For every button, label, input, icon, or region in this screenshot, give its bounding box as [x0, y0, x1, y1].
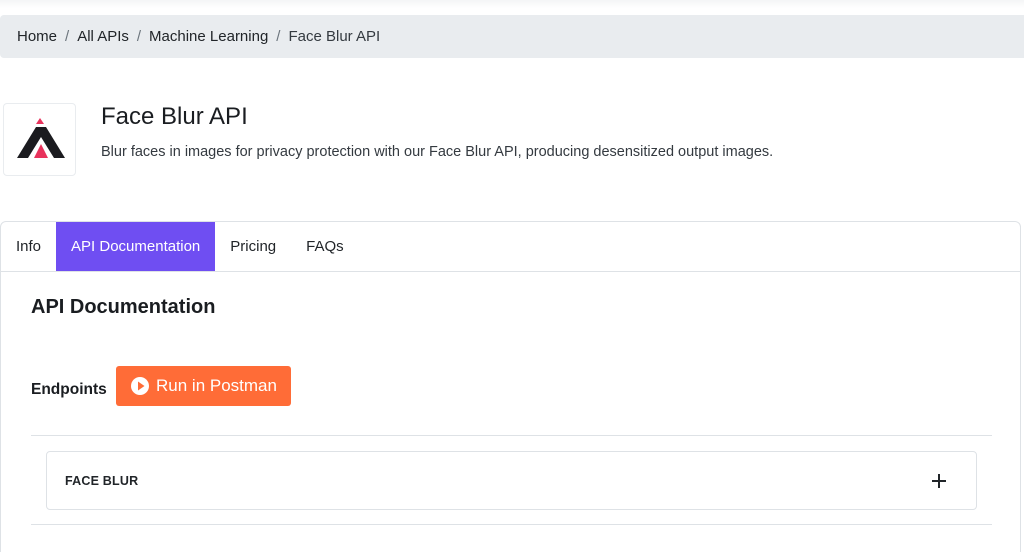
api-title: Face Blur API — [101, 103, 248, 130]
section-title: API Documentation — [31, 296, 216, 318]
breadcrumb-separator: / — [136, 28, 142, 45]
breadcrumb-all-apis[interactable]: All APIs — [77, 28, 129, 45]
tab-api-documentation[interactable]: API Documentation — [56, 222, 216, 271]
endpoint-group-face-blur[interactable]: FACE BLUR — [46, 451, 977, 510]
api-detail-card: Info API Documentation Pricing FAQs API … — [0, 221, 1021, 552]
api-description: Blur faces in images for privacy protect… — [101, 144, 774, 160]
page: Home / All APIs / Machine Learning / Fac… — [0, 0, 1024, 552]
api-logo — [3, 103, 76, 176]
breadcrumb-separator: / — [65, 28, 70, 45]
run-in-postman-button[interactable]: Run in Postman — [116, 366, 291, 406]
breadcrumb-current: Face Blur API — [288, 28, 381, 45]
top-strip — [0, 0, 1024, 8]
tab-bar: Info API Documentation Pricing FAQs — [1, 222, 1020, 272]
breadcrumb-home[interactable]: Home — [17, 28, 57, 45]
divider — [31, 435, 992, 436]
brand-logo-icon — [16, 117, 65, 158]
divider — [31, 524, 992, 525]
tab-pricing[interactable]: Pricing — [215, 222, 291, 271]
breadcrumb: Home / All APIs / Machine Learning / Fac… — [0, 15, 1024, 58]
tab-info[interactable]: Info — [1, 222, 56, 271]
breadcrumb-machine-learning[interactable]: Machine Learning — [149, 28, 268, 45]
play-circle-icon — [131, 377, 150, 395]
endpoints-label: Endpoints — [31, 381, 107, 398]
breadcrumb-separator: / — [276, 28, 281, 45]
run-in-postman-label: Run in Postman — [156, 376, 277, 395]
tab-faqs[interactable]: FAQs — [291, 222, 359, 271]
plus-icon[interactable] — [932, 473, 946, 488]
endpoint-group-label: FACE BLUR — [65, 473, 139, 488]
